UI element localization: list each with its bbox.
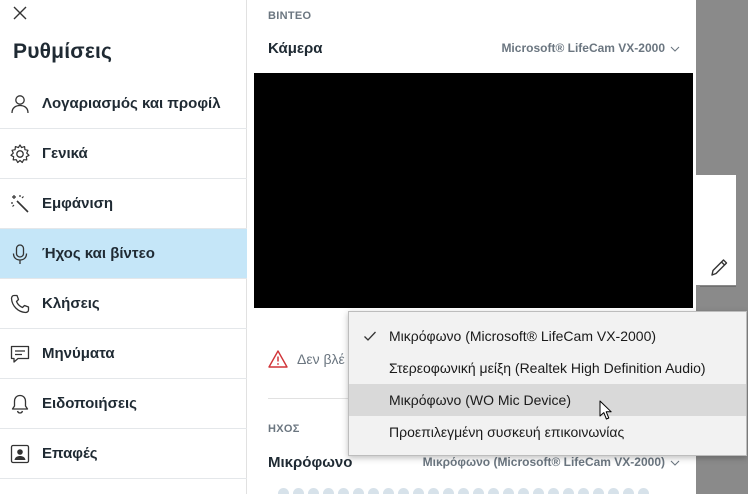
video-section-label: ΒΙΝΤΕΟ <box>268 10 312 22</box>
close-icon <box>13 6 27 20</box>
sidebar-item-calls[interactable]: Κλήσεις <box>0 279 247 329</box>
level-dot <box>533 488 544 494</box>
edit-underline <box>700 286 736 287</box>
sidebar-item-audio-video[interactable]: Ήχος και βίντεο <box>0 229 247 279</box>
sidebar-item-label: Ειδοποιήσεις <box>42 395 137 412</box>
level-dot <box>518 488 529 494</box>
pencil-icon[interactable] <box>708 256 730 280</box>
level-dot <box>623 488 634 494</box>
sidebar-item-label: Γενικά <box>42 145 88 162</box>
close-button[interactable] <box>10 4 30 24</box>
section-divider <box>268 398 360 399</box>
magic-wand-icon <box>9 193 31 215</box>
menu-item-lifecam-mic[interactable]: Μικρόφωνο (Microsoft® LifeCam VX-2000) <box>349 320 746 352</box>
sidebar-item-contacts[interactable]: Επαφές <box>0 429 247 479</box>
level-dot <box>398 488 409 494</box>
microphone-label: Μικρόφωνο <box>268 454 353 471</box>
settings-nav: Λογαριασμός και προφίλ Γενικά Εμφάνιση Ή… <box>0 79 247 479</box>
level-dot <box>293 488 304 494</box>
sidebar-item-label: Επαφές <box>42 445 98 462</box>
level-dot <box>443 488 454 494</box>
sidebar-item-label: Ήχος και βίντεο <box>42 245 155 262</box>
settings-sidebar: Ρυθμίσεις Λογαριασμός και προφίλ Γενικά … <box>0 0 247 494</box>
camera-row: Κάμερα Microsoft® LifeCam VX-2000 <box>268 40 680 58</box>
camera-label: Κάμερα <box>268 40 323 57</box>
level-dot <box>593 488 604 494</box>
phone-icon <box>9 293 31 315</box>
sidebar-item-general[interactable]: Γενικά <box>0 129 247 179</box>
camera-preview <box>254 73 693 308</box>
sidebar-item-label: Κλήσεις <box>42 295 100 312</box>
sidebar-item-label: Μηνύματα <box>42 345 115 362</box>
level-dot <box>383 488 394 494</box>
sidebar-item-account[interactable]: Λογαριασμός και προφίλ <box>0 79 247 129</box>
chevron-down-icon <box>670 457 680 467</box>
person-icon <box>9 93 31 115</box>
sidebar-item-label: Εμφάνιση <box>42 195 114 212</box>
menu-item-default-communication[interactable]: Προεπιλεγμένη συσκευή επικοινωνίας <box>349 416 746 448</box>
level-dot <box>308 488 319 494</box>
message-icon <box>9 343 31 365</box>
camera-select-value: Microsoft® LifeCam VX-2000 <box>501 41 665 55</box>
menu-item-label: Προεπιλεγμένη συσκευή επικοινωνίας <box>389 424 625 440</box>
sidebar-item-notifications[interactable]: Ειδοποιήσεις <box>0 379 247 429</box>
level-dot <box>548 488 559 494</box>
microphone-select-value: Μικρόφωνο (Microsoft® LifeCam VX-2000) <box>422 455 665 469</box>
level-dot <box>503 488 514 494</box>
mic-level-meter <box>278 488 678 494</box>
level-dot <box>428 488 439 494</box>
checkmark-icon <box>363 329 377 343</box>
menu-item-label: Μικρόφωνο (Microsoft® LifeCam VX-2000) <box>389 328 657 344</box>
level-dot <box>278 488 289 494</box>
level-dot <box>323 488 334 494</box>
chevron-down-icon <box>670 43 680 53</box>
warning-text: Δεν βλέ <box>297 351 345 367</box>
menu-item-label: Στερεοφωνική μείξη (Realtek High Definit… <box>389 360 706 376</box>
contacts-icon <box>9 443 31 465</box>
gear-icon <box>9 143 31 165</box>
microphone-dropdown-menu: Μικρόφωνο (Microsoft® LifeCam VX-2000) Σ… <box>348 311 747 456</box>
level-dot <box>608 488 619 494</box>
warning-icon <box>268 349 288 369</box>
level-dot <box>473 488 484 494</box>
menu-item-stereo-mix[interactable]: Στερεοφωνική μείξη (Realtek High Definit… <box>349 352 746 384</box>
level-dot <box>413 488 424 494</box>
bell-icon <box>9 393 31 415</box>
camera-select[interactable]: Microsoft® LifeCam VX-2000 <box>501 41 680 55</box>
settings-title: Ρυθμίσεις <box>13 40 113 63</box>
microphone-icon <box>9 243 31 265</box>
microphone-row: Μικρόφωνο Μικρόφωνο (Microsoft® LifeCam … <box>268 454 680 472</box>
camera-warning: Δεν βλέ <box>268 348 345 370</box>
level-dot <box>338 488 349 494</box>
sidebar-item-messages[interactable]: Μηνύματα <box>0 329 247 379</box>
level-dot <box>563 488 574 494</box>
microphone-select[interactable]: Μικρόφωνο (Microsoft® LifeCam VX-2000) <box>423 455 680 469</box>
mouse-cursor-icon <box>599 400 613 421</box>
level-dot <box>578 488 589 494</box>
menu-item-label: Μικρόφωνο (WO Mic Device) <box>389 392 571 408</box>
level-dot <box>488 488 499 494</box>
level-dot <box>638 488 649 494</box>
level-dot <box>458 488 469 494</box>
sidebar-item-label: Λογαριασμός και προφίλ <box>42 95 221 112</box>
sidebar-item-appearance[interactable]: Εμφάνιση <box>0 179 247 229</box>
audio-section-label: ΗΧΟΣ <box>268 423 300 435</box>
level-dot <box>368 488 379 494</box>
level-dot <box>353 488 364 494</box>
menu-item-wo-mic[interactable]: Μικρόφωνο (WO Mic Device) <box>349 384 746 416</box>
